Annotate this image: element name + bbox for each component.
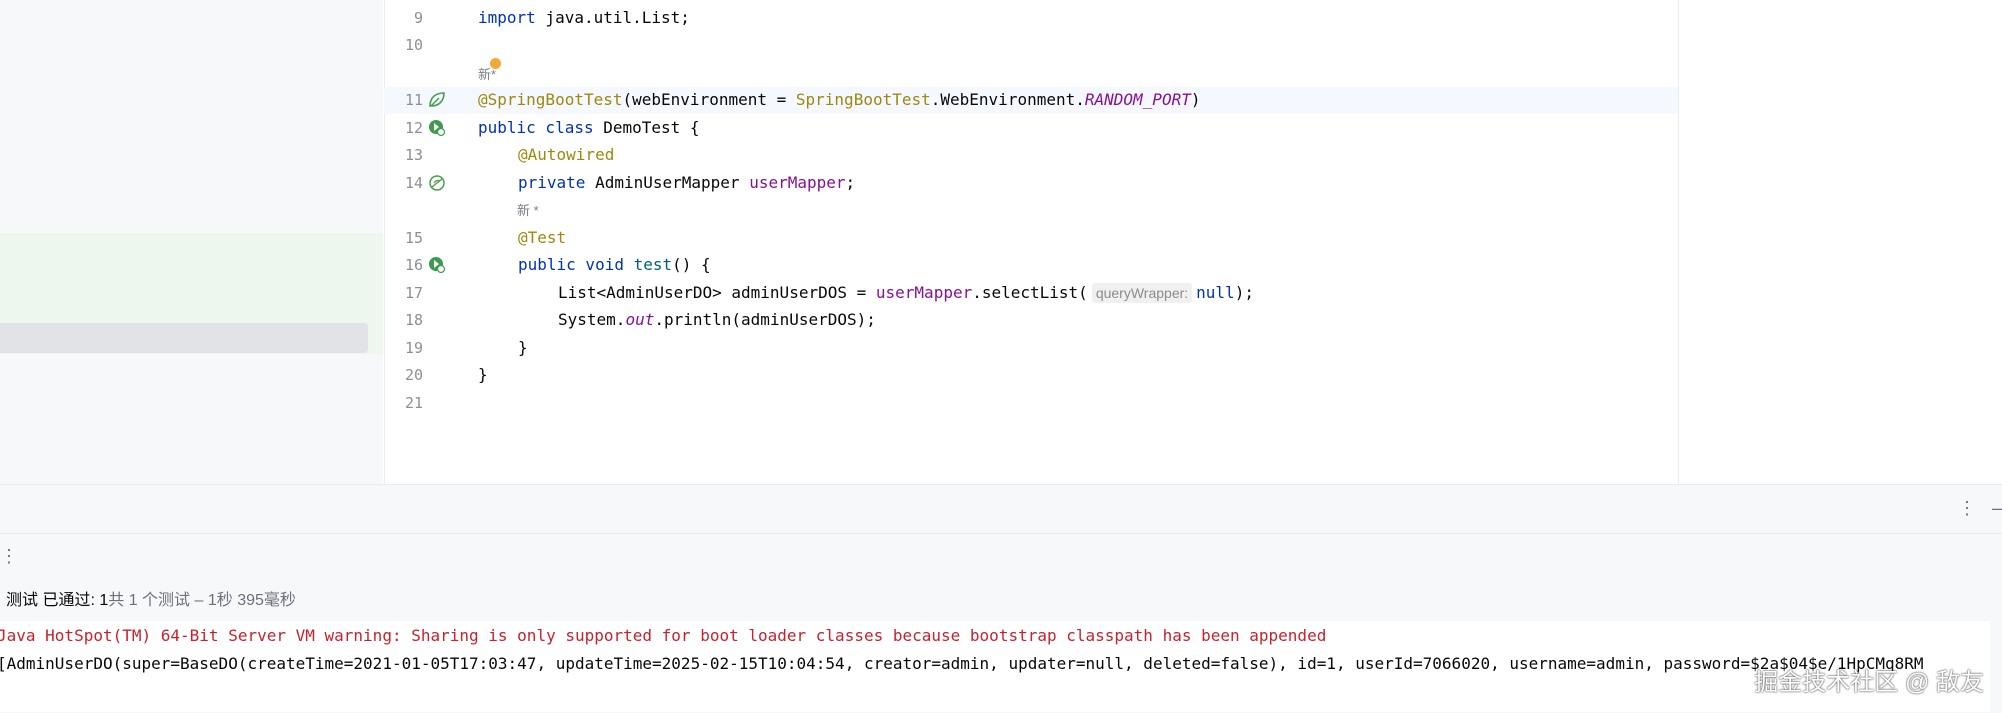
code-line-11[interactable]: @SpringBootTest(webEnvironment = SpringB…: [478, 90, 1200, 110]
code-token: public void: [518, 255, 624, 274]
test-status-detail: 共 1 个测试 – 1秒 395毫秒: [108, 592, 296, 609]
code-line-15[interactable]: @Test: [518, 228, 566, 248]
minimize-icon[interactable]: –: [1992, 498, 2002, 519]
line-number: 20: [404, 366, 423, 384]
code-token: private: [518, 173, 586, 192]
code-token: userMapper: [749, 173, 846, 192]
code-token: @Test: [518, 228, 567, 247]
console-line-output: [AdminUserDO(super=BaseDO(createTime=202…: [0, 654, 1924, 673]
line-number: 21: [404, 394, 423, 412]
line-number: 18: [404, 311, 423, 329]
run-test-icon[interactable]: [427, 118, 447, 138]
line-number: 11: [404, 91, 423, 109]
code-token: DemoTest {: [593, 118, 700, 137]
line-number: 15: [404, 229, 423, 247]
code-token: @SpringBootTest: [478, 90, 623, 109]
code-line-12[interactable]: public class DemoTest {: [478, 118, 700, 138]
code-token: () {: [672, 255, 711, 274]
test-status-label: 测试 已通过:: [6, 592, 95, 609]
code-token: );: [1234, 283, 1254, 302]
code-line-20[interactable]: }: [478, 365, 488, 385]
code-token: userMapper: [875, 283, 973, 302]
line-number: 13: [404, 146, 423, 164]
code-line-17[interactable]: List<AdminUserDO> adminUserDOS = userMap…: [558, 283, 1254, 303]
code-token: import: [478, 8, 536, 27]
divider: [0, 533, 2002, 534]
more-options-icon[interactable]: ⋮: [1958, 498, 1976, 519]
code-token: System.: [558, 310, 626, 329]
code-token: ;: [845, 173, 856, 192]
code-token: .println(adminUserDOS);: [654, 310, 876, 329]
code-token: java.util.List;: [535, 8, 690, 27]
code-token: test: [633, 255, 673, 274]
line-number: 14: [404, 174, 423, 192]
line-number: 9: [413, 9, 423, 27]
line-number: 17: [404, 284, 423, 302]
code-token: SpringBootTest: [795, 90, 931, 109]
code-token: AdminUserMapper: [585, 173, 750, 192]
line-number: 12: [404, 119, 423, 137]
spring-leaf-icon[interactable]: [427, 90, 447, 110]
test-status: 测试 已通过: 1共 1 个测试 – 1秒 395毫秒: [6, 586, 296, 610]
code-token: .selectList(: [972, 283, 1088, 302]
code-token: out: [625, 310, 655, 329]
code-token: ): [1190, 90, 1201, 109]
intention-bulb-icon[interactable]: [490, 58, 501, 69]
line-number: 16: [404, 256, 423, 274]
code-token: RANDOM_PORT: [1084, 90, 1191, 109]
watermark-text: 掘金技术社区 @ 敌友: [1754, 669, 1984, 696]
console-line-warning: Java HotSpot(TM) 64-Bit Server VM warnin…: [0, 626, 1327, 645]
line-number: 19: [404, 339, 423, 357]
test-passed-count: 1: [99, 592, 109, 609]
code-line-16[interactable]: public void test() {: [518, 255, 711, 275]
code-lens-author[interactable]: 新 *: [517, 200, 539, 219]
code-token: @Autowired: [518, 145, 615, 164]
run-test-icon[interactable]: [427, 255, 447, 275]
code-line-14[interactable]: private AdminUserMapper userMapper;: [518, 173, 855, 193]
code-token: public class: [478, 118, 594, 137]
code-line-9[interactable]: import java.util.List;: [478, 8, 690, 28]
code-line-19[interactable]: }: [518, 338, 528, 358]
code-line-13[interactable]: @Autowired: [518, 145, 614, 165]
code-token: (webEnvironment =: [622, 90, 796, 109]
bean-icon[interactable]: [427, 173, 447, 193]
parameter-hint: queryWrapper:: [1091, 283, 1193, 303]
code-editor[interactable]: [476, 0, 1678, 484]
project-tree-selected-row[interactable]: [0, 323, 368, 353]
more-options-icon[interactable]: ⋮: [0, 546, 18, 567]
editor-right-margin: [1678, 0, 2002, 484]
code-token: }: [518, 338, 528, 357]
code-line-18[interactable]: System.out.println(adminUserDOS);: [558, 310, 876, 330]
code-token: null: [1196, 283, 1235, 302]
code-token: }: [478, 365, 488, 384]
line-number: 10: [404, 36, 423, 54]
code-token: .WebEnvironment.: [930, 90, 1085, 109]
code-token: List<AdminUserDO> adminUserDOS =: [558, 283, 876, 302]
